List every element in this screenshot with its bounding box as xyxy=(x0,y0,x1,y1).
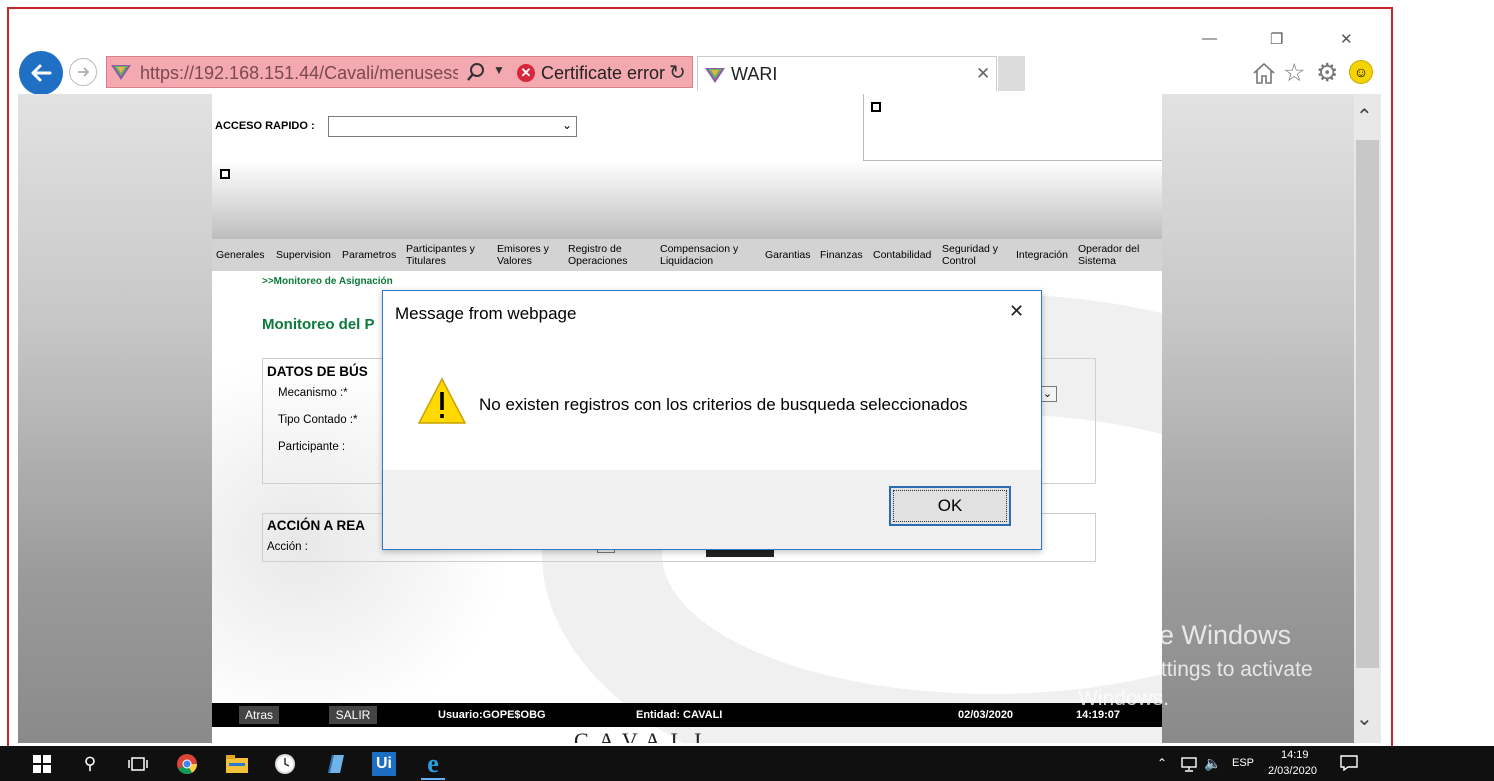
page-title: Monitoreo del P xyxy=(262,316,375,333)
clock-app-icon[interactable] xyxy=(273,752,297,776)
main-menu: Generales Supervision Parametros Partici… xyxy=(212,239,1162,271)
menu-item-supervision[interactable]: Supervision xyxy=(272,249,338,261)
gear-icon[interactable]: ⚙ xyxy=(1316,58,1338,88)
url-host: https://192.168.151.44 xyxy=(140,63,320,83)
quick-access-select[interactable]: ⌄ xyxy=(328,116,577,137)
url-path: /Cavali/menusess xyxy=(319,63,458,83)
header-image-box xyxy=(863,94,1162,161)
feedback-smiley-icon[interactable]: ☺ xyxy=(1349,60,1373,84)
new-tab-button[interactable] xyxy=(998,56,1025,91)
activation-watermark-title: Activate Windows xyxy=(1078,620,1292,650)
favorites-star-icon[interactable]: ☆ xyxy=(1283,58,1305,88)
page-status-bar: Atras SALIR Usuario:GOPE$OBG Entidad: CA… xyxy=(212,703,1162,727)
menu-item-generales[interactable]: Generales xyxy=(212,249,272,261)
language-indicator[interactable]: ESP xyxy=(1232,757,1254,769)
back-link[interactable]: Atras xyxy=(239,706,279,724)
search-icon[interactable] xyxy=(466,62,486,87)
message-dialog: Message from webpage ✕ No existen regist… xyxy=(382,290,1042,550)
chrome-icon[interactable] xyxy=(175,752,199,776)
certificate-error-icon: ✕ xyxy=(517,64,535,82)
warning-icon xyxy=(417,377,467,430)
activation-watermark-text: Go to Settings to activate xyxy=(1078,658,1313,681)
refresh-icon[interactable]: ↻ xyxy=(669,60,686,85)
menu-item-contabilidad[interactable]: Contabilidad xyxy=(869,249,938,261)
close-window-icon[interactable]: ✕ xyxy=(1340,30,1353,48)
dialog-close-icon[interactable]: ✕ xyxy=(1009,301,1024,322)
certificate-error[interactable]: Certificate error xyxy=(541,63,665,84)
forward-button[interactable] xyxy=(69,58,97,86)
mecanismo-label: Mecanismo :* xyxy=(278,387,348,399)
dialog-title: Message from webpage xyxy=(395,304,577,323)
taskbar: ⚲ Ui e ⌃ 🔈 ESP 14:19 2/03/2020 xyxy=(0,746,1494,781)
search-section-title: DATOS DE BÚS xyxy=(267,364,368,379)
chevron-down-icon: ⌄ xyxy=(561,118,572,132)
notifications-icon[interactable] xyxy=(1340,755,1358,776)
menu-item-seguridad[interactable]: Seguridad y Control xyxy=(938,243,1012,267)
broken-image-icon xyxy=(220,169,230,179)
back-arrow-icon xyxy=(31,64,52,82)
site-favicon-icon xyxy=(110,63,132,86)
file-explorer-icon[interactable] xyxy=(225,752,249,776)
accion-label: Acción : xyxy=(267,541,308,553)
tab-title: WARI xyxy=(731,64,778,84)
action-section-title: ACCIÓN A REA xyxy=(267,518,366,533)
scroll-down-icon[interactable]: ⌄ xyxy=(1356,706,1373,731)
menu-item-integracion[interactable]: Integración xyxy=(1012,249,1074,261)
clock-time[interactable]: 14:19 xyxy=(1281,749,1309,761)
ok-button[interactable]: OK xyxy=(889,486,1011,526)
menu-item-finanzas[interactable]: Finanzas xyxy=(816,249,869,261)
scroll-up-icon[interactable]: ⌃ xyxy=(1356,104,1373,129)
broken-image-icon xyxy=(871,102,881,112)
restore-icon[interactable]: ❐ xyxy=(1270,30,1283,48)
exit-link[interactable]: SALIR xyxy=(329,706,377,724)
activation-watermark-text2: Windows. xyxy=(1078,687,1170,710)
user-info: Usuario:GOPE$OBG xyxy=(438,709,546,721)
search-icon[interactable]: ⚲ xyxy=(78,752,102,776)
internet-explorer-icon[interactable]: e xyxy=(421,749,445,778)
back-button[interactable] xyxy=(19,51,63,95)
volume-muted-icon[interactable]: 🔈 xyxy=(1204,755,1221,772)
chevron-down-icon[interactable]: ▼ xyxy=(493,63,505,77)
menu-item-parametros[interactable]: Parametros xyxy=(338,249,402,261)
tab-favicon-icon xyxy=(704,66,726,89)
tipo-contado-label: Tipo Contado :* xyxy=(278,414,358,426)
date-info: 02/03/2020 xyxy=(958,709,1014,721)
network-icon[interactable] xyxy=(1180,756,1198,777)
active-app-indicator xyxy=(421,778,445,780)
menu-item-operador[interactable]: Operador del Sistema xyxy=(1074,243,1150,267)
clock-date[interactable]: 2/03/2020 xyxy=(1268,765,1317,777)
windows-start-icon[interactable] xyxy=(30,752,54,776)
dialog-message: No existen registros con los criterios d… xyxy=(479,395,968,414)
task-view-icon[interactable] xyxy=(126,752,150,776)
menu-item-compensacion[interactable]: Compensacion y Liquidacion xyxy=(656,243,761,267)
breadcrumb[interactable]: >>Monitoreo de Asignación xyxy=(262,276,393,287)
home-icon[interactable] xyxy=(1251,60,1277,91)
entity-info: Entidad: CAVALI xyxy=(636,709,723,721)
brand-logo-text: CAVALI xyxy=(574,728,712,743)
menu-item-garantias[interactable]: Garantias xyxy=(761,249,816,261)
minimize-icon[interactable]: — xyxy=(1202,30,1217,47)
notes-app-icon[interactable] xyxy=(323,752,347,776)
menu-item-emisores[interactable]: Emisores y Valores xyxy=(493,243,564,267)
forward-arrow-icon xyxy=(78,67,90,77)
chevron-up-icon[interactable]: ⌃ xyxy=(1157,756,1167,770)
participante-label: Participante : xyxy=(278,441,346,453)
menu-item-participantes[interactable]: Participantes y Titulares xyxy=(402,243,493,267)
scrollbar-thumb[interactable] xyxy=(1356,140,1379,668)
address-url[interactable]: https://192.168.151.44/Cavali/menusess xyxy=(140,63,458,84)
uipath-icon[interactable]: Ui xyxy=(372,752,396,776)
menu-item-registro[interactable]: Registro de Operaciones xyxy=(564,243,656,267)
page-banner xyxy=(212,161,1162,239)
tab-close-icon[interactable]: ✕ xyxy=(976,64,990,84)
quick-access-label: ACCESO RAPIDO : xyxy=(215,120,315,132)
